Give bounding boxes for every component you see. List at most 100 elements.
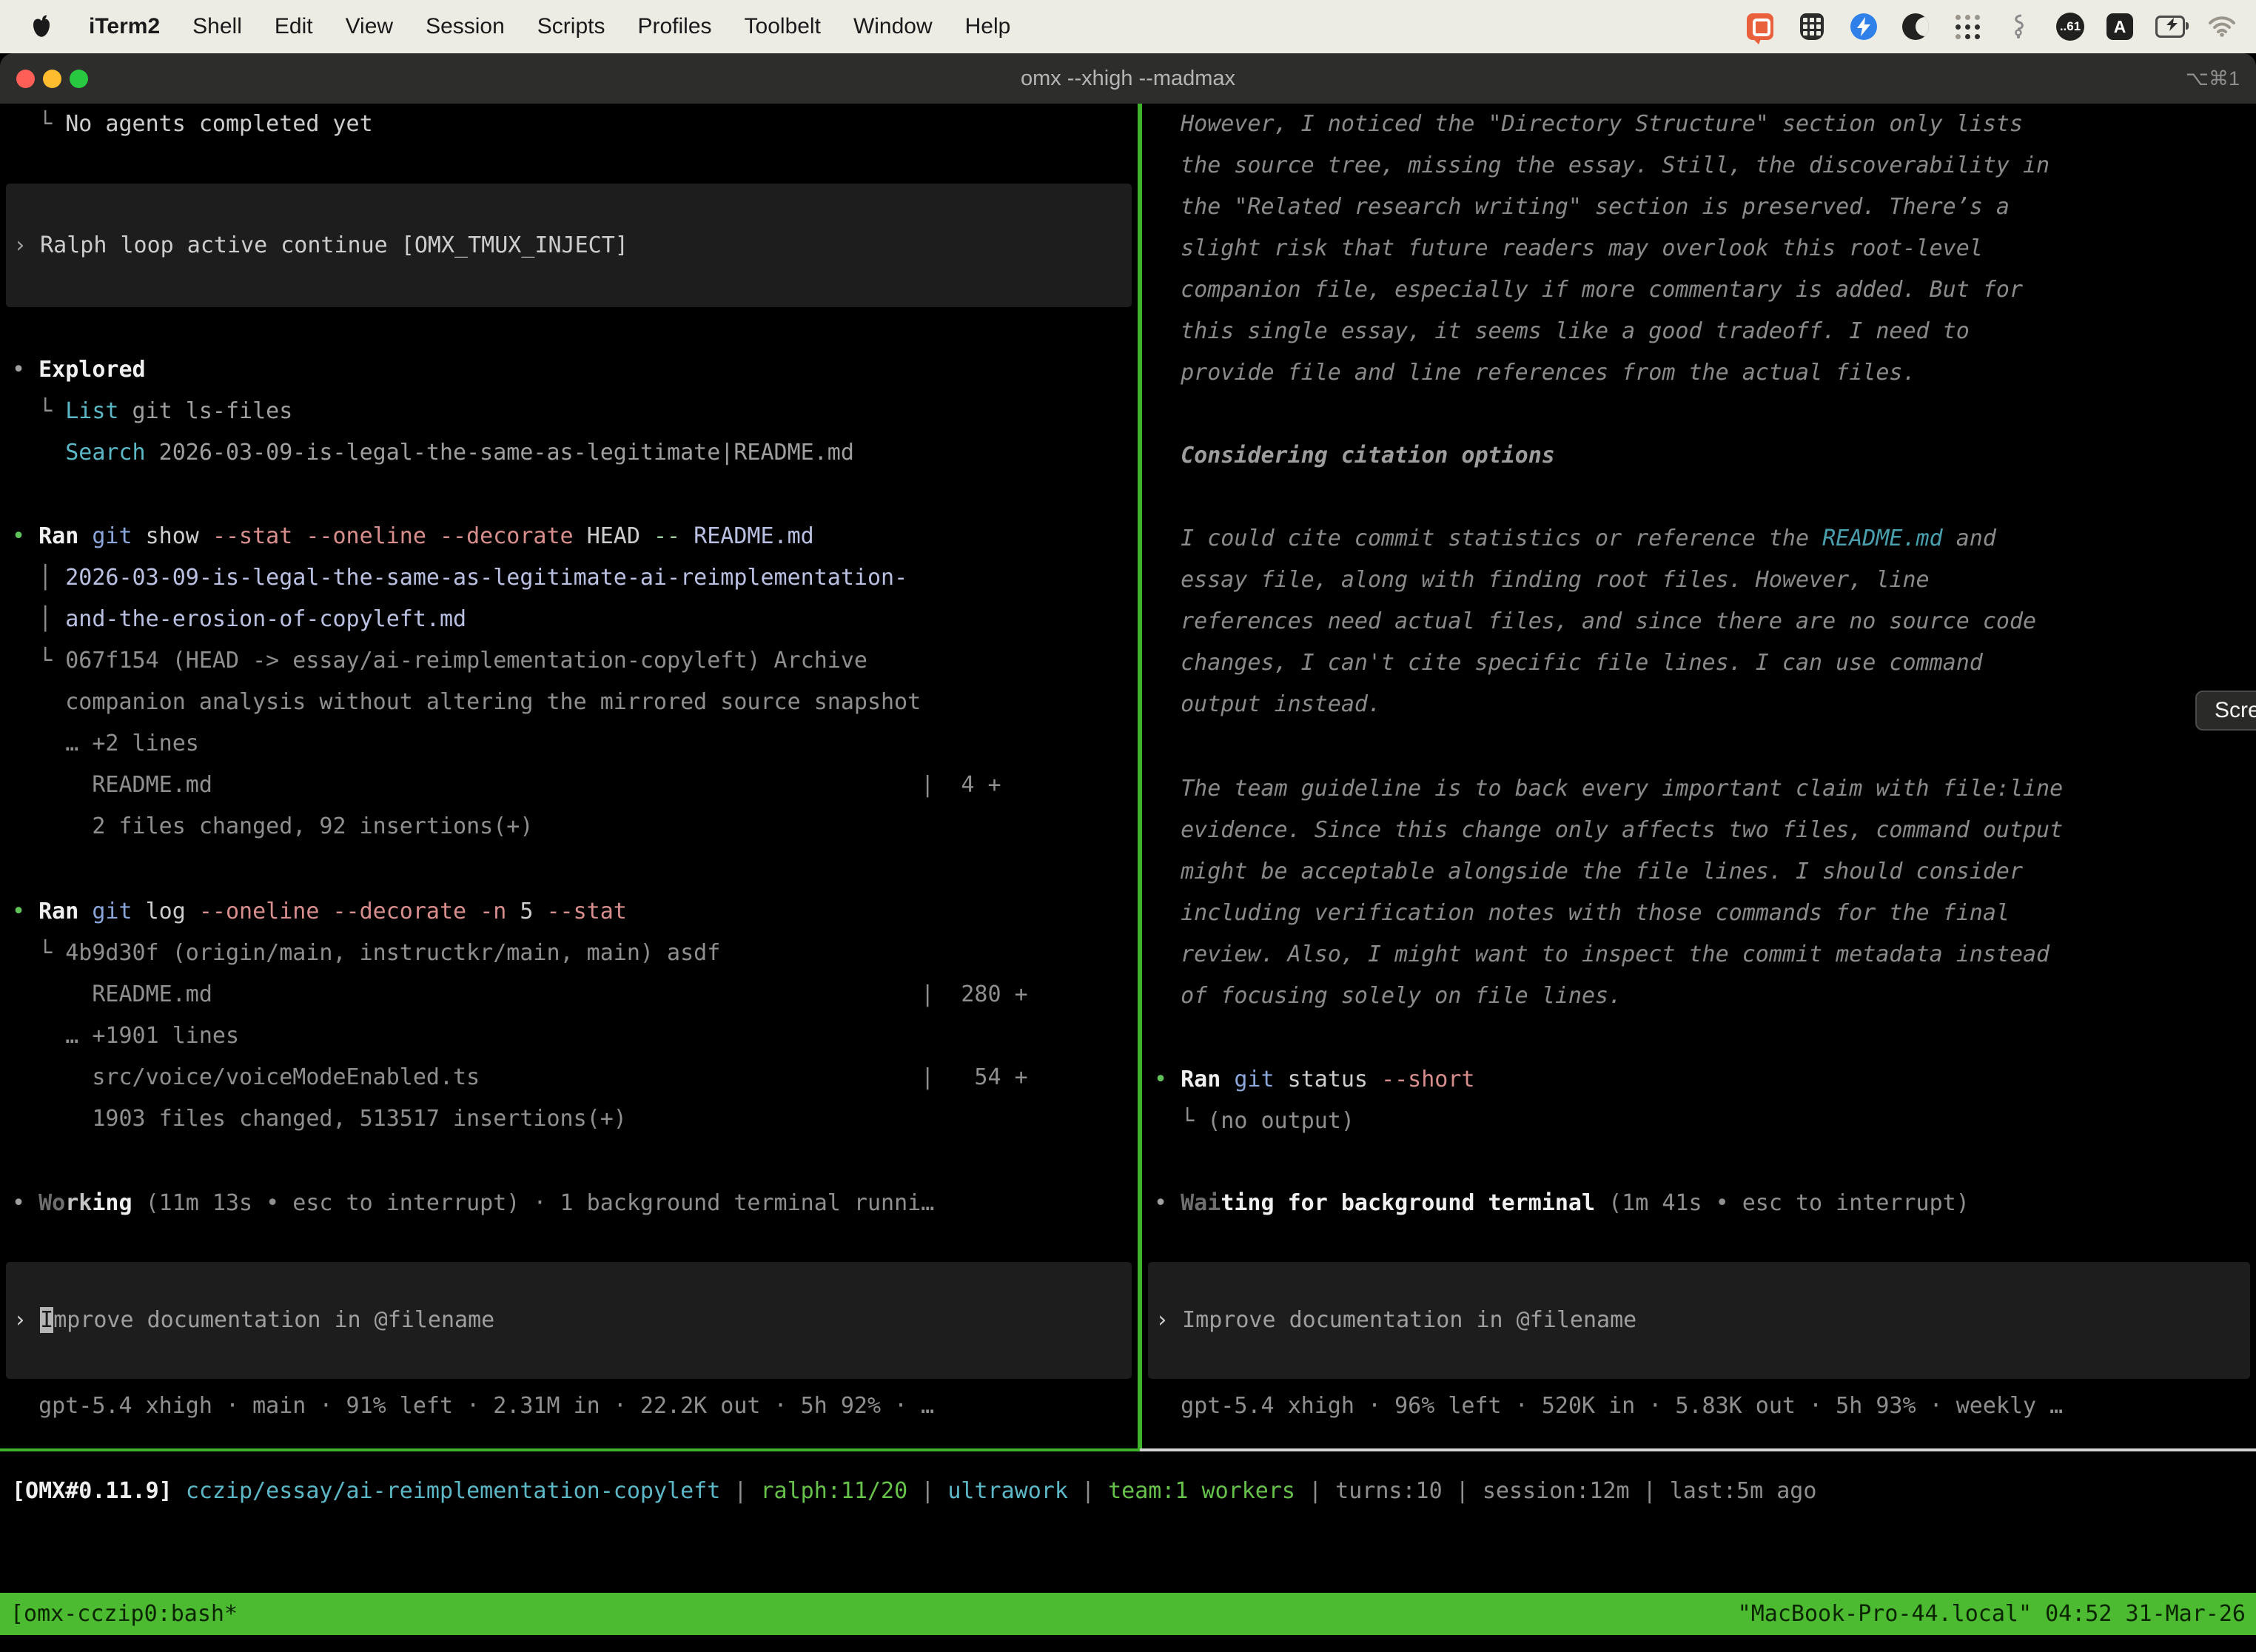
menu-item-iterm2[interactable]: iTerm2 <box>89 14 160 39</box>
text-segment: | <box>720 1478 760 1504</box>
text-segment: including verification notes with those … <box>1154 900 2010 926</box>
menu-item-edit[interactable]: Edit <box>275 14 313 39</box>
text-segment: log <box>146 899 199 924</box>
squiggle-icon[interactable] <box>2004 12 2034 41</box>
menu-bar-left: iTerm2 Shell Edit View Session Scripts P… <box>0 12 1010 41</box>
keyboard-icon[interactable] <box>1797 12 1827 41</box>
input-source-icon[interactable]: A <box>2106 13 2133 40</box>
screen-share-tooltip-label: Scre <box>2215 698 2256 723</box>
text-segment: Ran <box>38 899 92 924</box>
text-segment: | <box>1068 1478 1108 1504</box>
text-segment: companion file, especially if more comme… <box>1154 277 2023 303</box>
wifi-icon[interactable] <box>2207 12 2237 41</box>
timer-badge-icon[interactable]: ..61 <box>2056 13 2084 41</box>
minimize-window-button[interactable] <box>43 70 61 88</box>
prompt-input[interactable]: › Improve documentation in @filename <box>6 1262 1132 1379</box>
menu-item-profiles[interactable]: Profiles <box>637 14 711 39</box>
terminal-line: • Ran git log --oneline --decorate -n 5 … <box>12 891 1138 933</box>
text-segment: Ralph loop active continue [OMX_TMUX_INJ… <box>40 232 628 258</box>
text-segment: HEAD <box>587 523 654 549</box>
text-segment: Wai <box>1181 1190 1221 1216</box>
close-window-button[interactable] <box>16 70 35 88</box>
menu-item-view[interactable]: View <box>346 14 393 39</box>
terminal-line: Considering citation options <box>1154 435 2256 477</box>
battery-icon[interactable] <box>2155 12 2185 41</box>
text-segment: 4b9d30f (origin/main, instructkr/main, m… <box>65 940 720 966</box>
text-segment: slight risk that future readers may over… <box>1154 235 1983 261</box>
terminal-line: references need actual files, and since … <box>1154 601 2256 642</box>
text-segment: └ <box>12 940 65 966</box>
text-segment: └ <box>12 398 65 424</box>
text-segment: • <box>12 523 38 549</box>
text-segment: ing <box>92 1190 132 1216</box>
text-segment: | <box>1295 1478 1335 1504</box>
terminal-line: companion file, especially if more comme… <box>1154 269 2256 311</box>
text-segment: ralph:11/20 <box>760 1478 907 1504</box>
terminal-line: • Working (11m 13s • esc to interrupt) ·… <box>12 1183 1138 1224</box>
text-segment: | <box>907 1478 947 1504</box>
text-segment: review. Also, I might want to inspect th… <box>1154 941 2049 967</box>
zoom-window-button[interactable] <box>70 70 88 88</box>
text-segment: references need actual files, and since … <box>1154 608 2036 634</box>
bolt-app-icon[interactable] <box>1849 12 1879 41</box>
text-segment: ultrawork <box>947 1478 1068 1504</box>
text-segment: gpt-5.4 xhigh · 96% left · 520K in · 5.8… <box>1154 1393 2063 1419</box>
text-segment: essay file, along with finding root file… <box>1154 567 1930 593</box>
menu-item-session[interactable]: Session <box>426 14 505 39</box>
menu-item-toolbelt[interactable]: Toolbelt <box>745 14 821 39</box>
text-segment: and <box>1943 526 1996 551</box>
tmux-status-bar: [omx-cczip0:bash* "MacBook-Pro-44.local"… <box>0 1593 2256 1635</box>
terminal-line: … +2 lines <box>12 723 1138 765</box>
screen-share-tooltip: Scre <box>2195 691 2256 731</box>
menu-item-shell[interactable]: Shell <box>192 14 242 39</box>
text-segment: might be acceptable alongside the file l… <box>1154 859 2023 884</box>
terminal-line: the source tree, missing the essay. Stil… <box>1154 145 2256 187</box>
terminal-line: evidence. Since this change only affects… <box>1154 810 2256 851</box>
tmux-host-clock-label: "MacBook-Pro-44.local" 04:52 31-Mar-26 <box>1738 1593 2246 1635</box>
terminal-line: However, I noticed the "Directory Struct… <box>1154 104 2256 145</box>
terminal-block: └ No agents completed yet <box>12 104 1138 145</box>
text-segment: … +2 lines <box>12 731 199 756</box>
text-segment: • <box>12 1190 38 1216</box>
dots-grid-icon[interactable] <box>1953 12 1982 41</box>
terminal-line: └ (no output) <box>1154 1101 2256 1142</box>
text-segment: status <box>1288 1067 1381 1092</box>
left-pane: └ No agents completed yet › Ralph loop ac… <box>0 104 1138 1448</box>
terminal-line: README.md | 280 + <box>12 974 1138 1015</box>
window-title: omx --xhigh --madmax <box>1021 67 1235 91</box>
terminal-line: changes, I can't cite specific file line… <box>1154 642 2256 684</box>
terminal-line: README.md | 4 + <box>12 765 1138 806</box>
chat-app-icon[interactable] <box>1745 12 1775 41</box>
text-segment: Considering citation options <box>1181 443 1555 469</box>
prompt-input[interactable]: › Ralph loop active continue [OMX_TMUX_I… <box>6 184 1132 307</box>
terminal-line: gpt-5.4 xhigh · main · 91% left · 2.31M … <box>12 1386 1138 1427</box>
text-segment: --short <box>1381 1067 1474 1092</box>
text-segment: 5 <box>520 899 546 924</box>
terminal-line: the "Related research writing" section i… <box>1154 187 2256 228</box>
terminal-line: might be acceptable alongside the file l… <box>1154 851 2256 893</box>
apple-menu-icon[interactable] <box>27 12 56 41</box>
prompt-input[interactable]: › Improve documentation in @filename <box>1148 1262 2250 1379</box>
text-segment: └ <box>12 111 65 137</box>
menu-item-window[interactable]: Window <box>853 14 933 39</box>
text-segment: evidence. Since this change only affects… <box>1154 817 2063 843</box>
terminal-line: └ No agents completed yet <box>12 104 1138 145</box>
text-segment <box>172 1478 186 1504</box>
text-segment: git ls-files <box>119 398 293 424</box>
terminal-line: › Improve documentation in @filename <box>13 1300 494 1341</box>
text-segment: List <box>65 398 118 424</box>
window-titlebar: omx --xhigh --madmax ⌥⌘1 <box>0 53 2256 104</box>
menu-item-scripts[interactable]: Scripts <box>537 14 605 39</box>
terminal-block: • Ran git show --stat --oneline --decora… <box>12 516 1138 847</box>
terminal-block: Considering citation options <box>1154 435 2256 477</box>
menu-item-help[interactable]: Help <box>965 14 1011 39</box>
text-segment: companion analysis without altering the … <box>12 689 921 715</box>
browser-crescent-icon[interactable] <box>1901 12 1930 41</box>
terminal-line: essay file, along with finding root file… <box>1154 560 2256 601</box>
terminal-block: I could cite commit statistics or refere… <box>1154 518 2256 725</box>
text-segment: Search <box>65 440 145 466</box>
text-segment: No agents completed yet <box>65 111 372 137</box>
terminal-line: └ 4b9d30f (origin/main, instructkr/main,… <box>12 933 1138 974</box>
terminal-line: provide file and line references from th… <box>1154 352 2256 394</box>
text-segment: README.md | 280 + <box>12 981 1028 1007</box>
